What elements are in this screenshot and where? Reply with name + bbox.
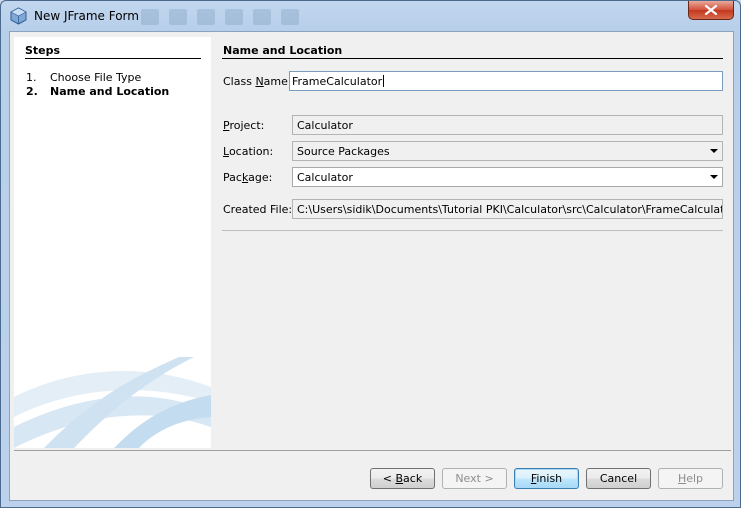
next-button[interactable]: Next >	[442, 468, 507, 489]
project-label: Project:	[223, 119, 265, 132]
decorative-swoosh	[14, 357, 211, 448]
step-label: Choose File Type	[50, 71, 142, 84]
name-location-panel: Name and Location Class Name: FrameCalcu…	[222, 37, 730, 448]
steps-divider	[25, 58, 201, 59]
section-divider	[222, 58, 723, 59]
class-name-input[interactable]: FrameCalculator	[289, 71, 723, 91]
chevron-down-icon	[710, 175, 718, 179]
window-title: New JFrame Form	[34, 9, 139, 23]
background-toolbar-ghost	[141, 7, 401, 27]
dialog-content: Steps 1. Choose File Type 2. Name and Loca…	[9, 31, 734, 501]
step-number: 1.	[26, 71, 37, 84]
location-dropdown[interactable]: Source Packages	[292, 141, 723, 161]
location-label: Location:	[223, 145, 274, 158]
step-number: 2.	[26, 85, 38, 98]
back-button[interactable]: < Back	[370, 468, 435, 489]
created-file-field: C:\Users\sidik\Documents\Tutorial PKI\Ca…	[292, 199, 723, 219]
class-name-label: Class Name:	[223, 75, 292, 88]
step-choose-file-type: 1. Choose File Type	[26, 71, 141, 84]
created-file-label: Created File:	[223, 203, 293, 216]
dialog-window: New JFrame Form Steps 1. Choose File Type…	[0, 0, 741, 508]
help-button[interactable]: Help	[658, 468, 723, 489]
form-divider	[222, 230, 723, 231]
cancel-button[interactable]: Cancel	[586, 468, 651, 489]
title-bar[interactable]: New JFrame Form	[1, 1, 740, 31]
steps-panel: Steps 1. Choose File Type 2. Name and Loca…	[14, 37, 211, 448]
netbeans-cube-icon	[10, 7, 27, 25]
project-field: Calculator	[292, 115, 723, 135]
steps-title: Steps	[25, 44, 61, 57]
step-label: Name and Location	[50, 85, 170, 98]
package-label: Package:	[223, 171, 273, 184]
close-icon	[704, 5, 718, 15]
chevron-down-icon	[710, 149, 718, 153]
section-title: Name and Location	[223, 44, 343, 57]
step-name-and-location: 2. Name and Location	[26, 85, 169, 98]
close-button[interactable]	[688, 1, 734, 20]
footer-divider	[14, 450, 731, 451]
finish-button[interactable]: Finish	[514, 468, 579, 489]
text-caret	[383, 75, 385, 87]
package-combobox[interactable]: Calculator	[292, 167, 723, 187]
